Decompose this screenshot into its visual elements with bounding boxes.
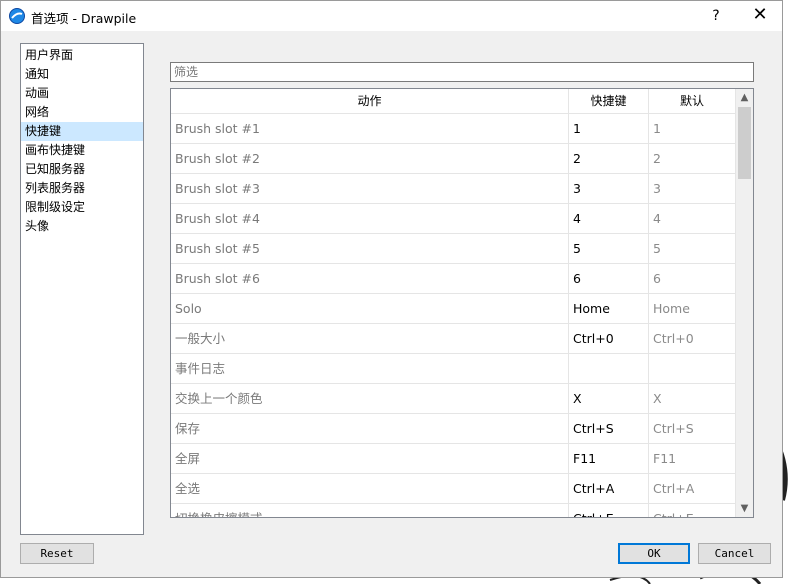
action-cell: 全选 (171, 474, 569, 503)
scroll-down-arrow-icon[interactable]: ▼ (736, 500, 753, 517)
column-header-shortcut[interactable]: 快捷键 (569, 89, 649, 113)
shortcut-cell[interactable]: Ctrl+E (569, 504, 649, 517)
title-bar: 首选项 - Drawpile ? ✕ (1, 1, 782, 31)
default-cell: 2 (649, 144, 736, 173)
action-cell: 一般大小 (171, 324, 569, 353)
sidebar-item[interactable]: 限制级设定 (21, 198, 143, 217)
shortcut-cell[interactable]: X (569, 384, 649, 413)
help-button[interactable]: ? (701, 3, 731, 29)
table-row[interactable]: 保存 Ctrl+S Ctrl+S (171, 414, 736, 444)
action-cell: Solo (171, 294, 569, 323)
drawpile-app-icon (9, 8, 25, 24)
action-cell: Brush slot #2 (171, 144, 569, 173)
shortcut-cell[interactable] (569, 354, 649, 383)
table-row[interactable]: Brush slot #4 4 4 (171, 204, 736, 234)
default-cell: X (649, 384, 736, 413)
default-cell: Ctrl+0 (649, 324, 736, 353)
preferences-dialog: 首选项 - Drawpile ? ✕ 用户界面 通知 动画 网络 快捷键 画布快捷键 已知服… (0, 0, 783, 578)
action-cell: 保存 (171, 414, 569, 443)
sidebar-item[interactable]: 已知服务器 (21, 160, 143, 179)
shortcut-cell[interactable]: 6 (569, 264, 649, 293)
default-cell: Ctrl+S (649, 414, 736, 443)
close-button[interactable]: ✕ (745, 3, 775, 29)
table-row[interactable]: Brush slot #3 3 3 (171, 174, 736, 204)
shortcut-cell[interactable]: 2 (569, 144, 649, 173)
action-cell: Brush slot #1 (171, 114, 569, 143)
table-body: Brush slot #1 1 1 Brush slot #2 2 2 Brush slot… (171, 114, 736, 517)
default-cell: 1 (649, 114, 736, 143)
table-row[interactable]: 事件日志 (171, 354, 736, 384)
default-cell: Ctrl+A (649, 474, 736, 503)
sidebar-item[interactable]: 列表服务器 (21, 179, 143, 198)
column-header-action[interactable]: 动作 (171, 89, 569, 113)
table-header: 动作 快捷键 默认 (171, 89, 736, 114)
default-cell: Ctrl+E (649, 504, 736, 517)
sidebar-item[interactable]: 通知 (21, 65, 143, 84)
action-cell: 事件日志 (171, 354, 569, 383)
shortcut-cell[interactable]: 4 (569, 204, 649, 233)
category-list: 用户界面 通知 动画 网络 快捷键 画布快捷键 已知服务器 列表服务器 限制级设定 头像 (20, 43, 144, 535)
shortcut-cell[interactable]: Ctrl+A (569, 474, 649, 503)
table-row[interactable]: Brush slot #6 6 6 (171, 264, 736, 294)
sidebar-item[interactable]: 快捷键 (21, 122, 143, 141)
action-cell: 全屏 (171, 444, 569, 473)
ok-button[interactable]: OK (618, 543, 690, 564)
shortcut-cell[interactable]: 1 (569, 114, 649, 143)
action-cell: Brush slot #4 (171, 204, 569, 233)
sidebar-item[interactable]: 用户界面 (21, 46, 143, 65)
column-header-default[interactable]: 默认 (649, 89, 736, 113)
table-row[interactable]: 切换橡皮擦模式Ctrl+ECtrl+E (171, 504, 736, 517)
vertical-scrollbar[interactable]: ▲ ▼ (736, 89, 753, 517)
shortcut-cell[interactable]: Ctrl+S (569, 414, 649, 443)
sidebar-item[interactable]: 画布快捷键 (21, 141, 143, 160)
default-cell: 3 (649, 174, 736, 203)
sidebar-item[interactable]: 头像 (21, 217, 143, 236)
reset-button[interactable]: Reset (20, 543, 94, 564)
shortcut-cell[interactable]: 5 (569, 234, 649, 263)
shortcut-cell[interactable]: 3 (569, 174, 649, 203)
action-cell: 切换橡皮擦模式 (171, 504, 569, 517)
default-cell: F11 (649, 444, 736, 473)
table-row[interactable]: Solo Home Home (171, 294, 736, 324)
sidebar-item[interactable]: 动画 (21, 84, 143, 103)
shortcut-cell[interactable]: Ctrl+0 (569, 324, 649, 353)
table-row[interactable]: 一般大小 Ctrl+0 Ctrl+0 (171, 324, 736, 354)
default-cell: 5 (649, 234, 736, 263)
table-row[interactable]: 全选 Ctrl+A Ctrl+A (171, 474, 736, 504)
action-cell: Brush slot #5 (171, 234, 569, 263)
cancel-button[interactable]: Cancel (698, 543, 771, 564)
action-cell: 交换上一个颜色 (171, 384, 569, 413)
sidebar-item[interactable]: 网络 (21, 103, 143, 122)
action-cell: Brush slot #3 (171, 174, 569, 203)
default-cell (649, 354, 736, 383)
window-title: 首选项 - Drawpile (31, 11, 137, 26)
shortcuts-table: 动作 快捷键 默认 Brush slot #1 1 1 Brush slot #2 2 2… (170, 88, 754, 518)
action-cell: Brush slot #6 (171, 264, 569, 293)
table-row[interactable]: Brush slot #1 1 1 (171, 114, 736, 144)
table-row[interactable]: Brush slot #2 2 2 (171, 144, 736, 174)
table-row[interactable]: 交换上一个颜色 X X (171, 384, 736, 414)
shortcut-cell[interactable]: F11 (569, 444, 649, 473)
scrollbar-thumb[interactable] (738, 107, 751, 179)
table-row[interactable]: 全屏 F11 F11 (171, 444, 736, 474)
default-cell: 6 (649, 264, 736, 293)
scroll-up-arrow-icon[interactable]: ▲ (736, 89, 753, 106)
default-cell: 4 (649, 204, 736, 233)
shortcut-cell[interactable]: Home (569, 294, 649, 323)
default-cell: Home (649, 294, 736, 323)
table-row[interactable]: Brush slot #5 5 5 (171, 234, 736, 264)
filter-input[interactable] (170, 62, 754, 82)
